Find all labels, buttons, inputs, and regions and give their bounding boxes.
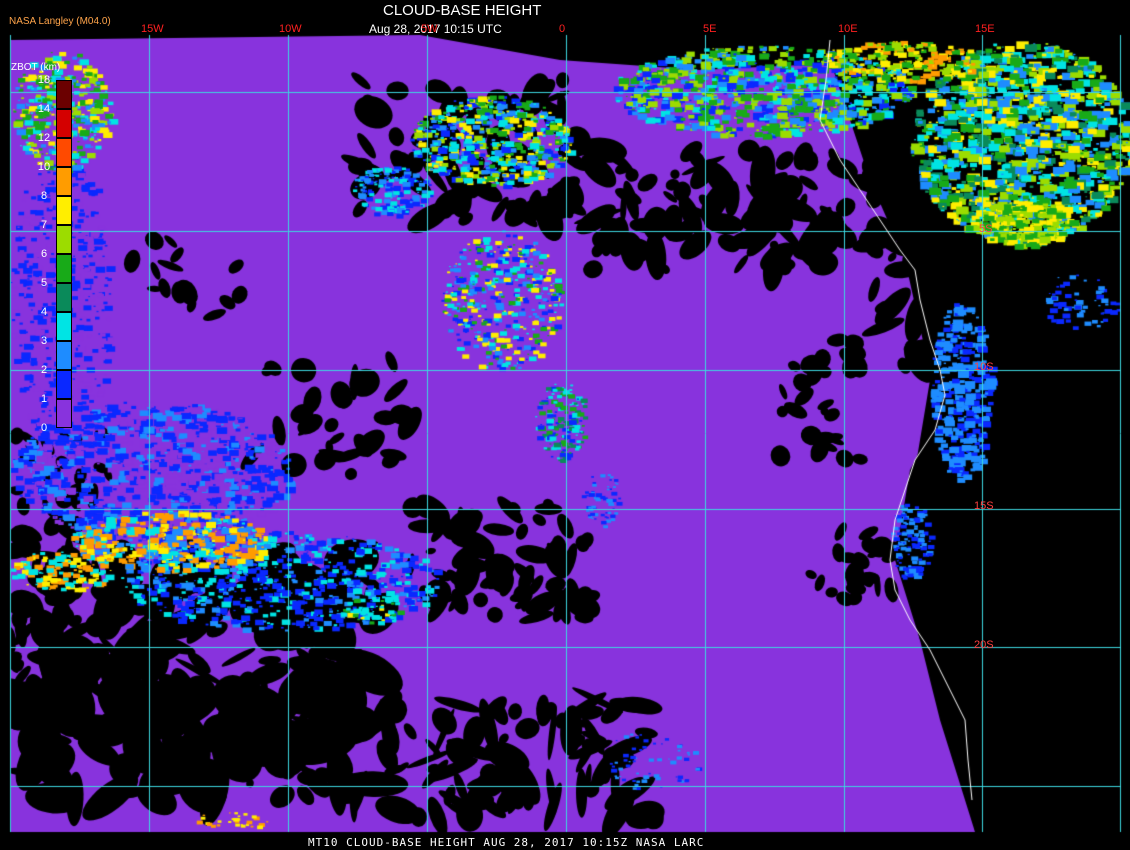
lat-label-15s: 15S bbox=[974, 500, 994, 512]
lon-label-5w: 5W bbox=[421, 23, 438, 35]
lon-label-10w: 10W bbox=[279, 23, 302, 35]
colorbar-swatch bbox=[56, 370, 72, 399]
lon-label-15e: 15E bbox=[975, 23, 995, 35]
footer-caption: MT10 CLOUD-BASE HEIGHT AUG 28, 2017 10:1… bbox=[308, 836, 705, 849]
colorbar-swatch bbox=[56, 167, 72, 196]
colorbar-swatch bbox=[56, 254, 72, 283]
lat-label-5s: 5S bbox=[979, 223, 993, 235]
colorbar-tick-label: 4 bbox=[40, 306, 48, 318]
colorbar-swatch bbox=[56, 341, 72, 370]
colorbar-tick-label: 2 bbox=[40, 364, 48, 376]
colorbar-tick-label: 14 bbox=[37, 103, 51, 115]
cloud-base-height-map bbox=[0, 0, 1130, 850]
lat-label-20s: 20S bbox=[974, 639, 994, 651]
colorbar-tick-label: 5 bbox=[40, 277, 48, 289]
colorbar-tick-label: 8 bbox=[40, 190, 48, 202]
colorbar-swatch bbox=[56, 225, 72, 254]
colorbar-tick-label: 6 bbox=[40, 248, 48, 260]
colorbar-swatch bbox=[56, 138, 72, 167]
map-title: CLOUD-BASE HEIGHT bbox=[383, 2, 542, 19]
colorbar-tick-label: 10 bbox=[37, 161, 51, 173]
lon-label-0: 0 bbox=[559, 23, 566, 35]
lon-label-15w: 15W bbox=[141, 23, 164, 35]
lon-label-10e: 10E bbox=[838, 23, 858, 35]
colorbar-tick-label: 1 bbox=[40, 393, 48, 405]
colorbar-swatch bbox=[56, 80, 72, 109]
colorbar-tick-label: 18 bbox=[37, 74, 51, 86]
colorbar-title: ZBOT (km) bbox=[11, 62, 61, 73]
colorbar-tick-label: 3 bbox=[40, 335, 48, 347]
colorbar-tick-label: 7 bbox=[40, 219, 48, 231]
colorbar-swatch bbox=[56, 109, 72, 138]
colorbar-swatch bbox=[56, 283, 72, 312]
lat-label-10s: 10S bbox=[974, 361, 994, 373]
colorbar-tick-label: 0 bbox=[40, 422, 48, 434]
lon-label-5e: 5E bbox=[703, 23, 717, 35]
colorbar-swatch bbox=[56, 312, 72, 341]
colorbar-tick-label: 12 bbox=[37, 132, 51, 144]
colorbar-swatch bbox=[56, 196, 72, 225]
colorbar-swatch bbox=[56, 399, 72, 428]
credit-label: NASA Langley (M04.0) bbox=[9, 16, 111, 27]
